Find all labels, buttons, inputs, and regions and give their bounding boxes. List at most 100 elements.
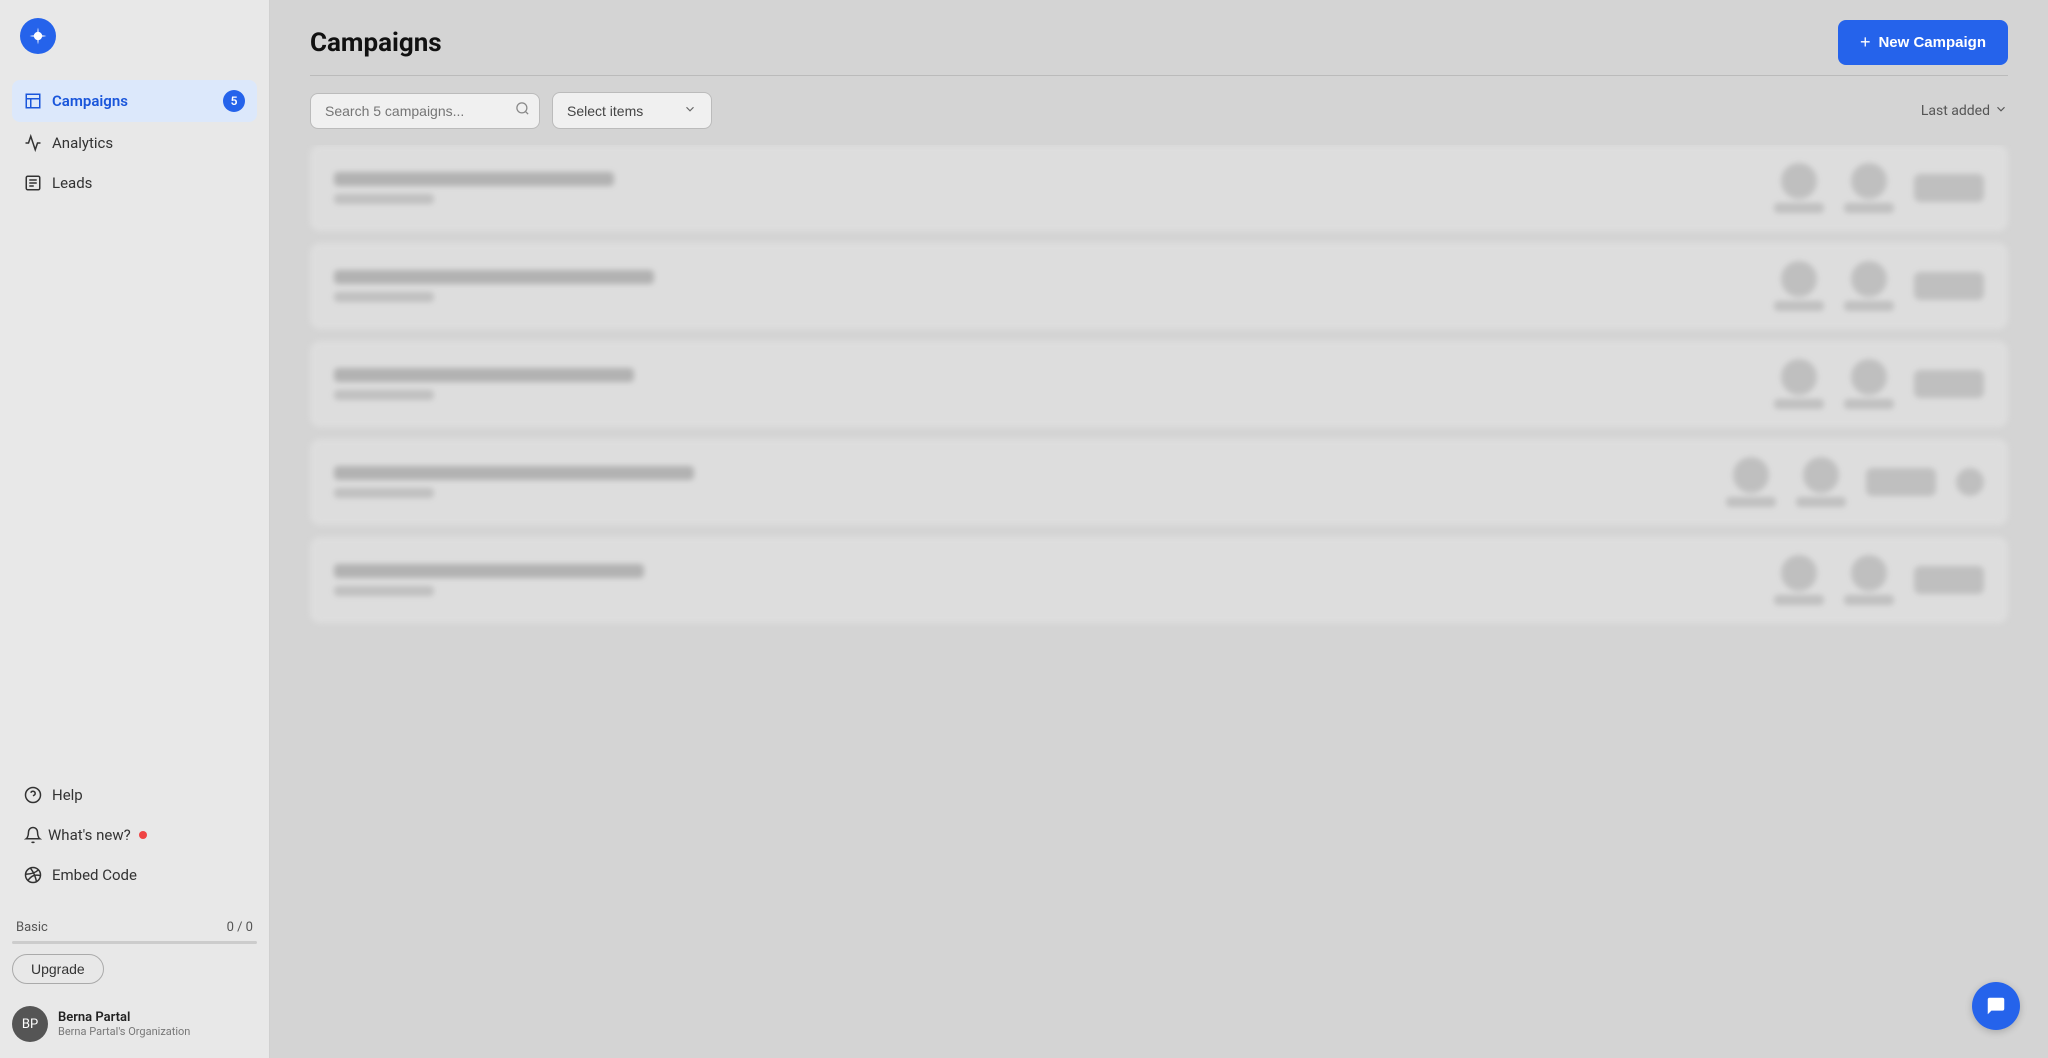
- chevron-down-icon: [683, 102, 697, 119]
- campaign-stat: [1774, 163, 1824, 213]
- analytics-icon: [24, 134, 42, 152]
- select-items-label: Select items: [567, 103, 643, 119]
- plan-section: Basic 0 / 0 Upgrade: [0, 912, 269, 996]
- sidebar-bottom-nav: Help What's new? Embed Code: [0, 764, 269, 912]
- campaign-badge: [1914, 370, 1984, 398]
- campaign-title-placeholder: [334, 564, 644, 578]
- campaign-info: [334, 564, 1754, 596]
- logo-icon: [28, 26, 48, 46]
- stat-circle: [1781, 359, 1817, 395]
- campaign-sub-placeholder: [334, 488, 434, 498]
- upgrade-button[interactable]: Upgrade: [12, 954, 104, 984]
- stat-bar: [1726, 497, 1776, 507]
- campaign-info: [334, 466, 1706, 498]
- logo-area: [0, 0, 269, 72]
- campaign-stat: [1726, 457, 1776, 507]
- campaign-sub-placeholder: [334, 194, 434, 204]
- leads-label: Leads: [52, 174, 92, 192]
- table-row: [310, 439, 2008, 525]
- campaign-sub-placeholder: [334, 390, 434, 400]
- chat-support-button[interactable]: [1972, 982, 2020, 1030]
- embed-code-label: Embed Code: [52, 866, 137, 884]
- search-icon: [515, 101, 530, 120]
- campaigns-icon: [24, 92, 42, 110]
- campaigns-badge: 5: [223, 90, 245, 112]
- plan-usage: 0 / 0: [227, 920, 253, 935]
- notification-dot: [139, 831, 147, 839]
- sidebar-item-help[interactable]: Help: [12, 776, 257, 814]
- stat-circle: [1781, 163, 1817, 199]
- campaign-title-placeholder: [334, 466, 694, 480]
- campaign-info: [334, 172, 1754, 204]
- campaign-title-placeholder: [334, 270, 654, 284]
- stat-bar: [1774, 301, 1824, 311]
- campaign-info: [334, 368, 1754, 400]
- stat-bar-2: [1844, 595, 1894, 605]
- main-header: Campaigns + New Campaign: [270, 0, 2048, 75]
- new-campaign-button[interactable]: + New Campaign: [1838, 20, 2008, 65]
- chat-icon: [1985, 995, 2007, 1017]
- stat-bar-2: [1844, 399, 1894, 409]
- campaign-badge: [1866, 468, 1936, 496]
- sidebar-item-whats-new[interactable]: What's new?: [12, 816, 257, 854]
- help-label: Help: [52, 786, 83, 804]
- stat-bar-2: [1844, 203, 1894, 213]
- campaign-title-placeholder: [334, 368, 634, 382]
- avatar: BP: [12, 1006, 48, 1042]
- user-section: BP Berna Partal Berna Partal's Organizat…: [0, 996, 269, 1058]
- toolbar: Select items Last added: [270, 76, 2048, 145]
- new-campaign-label: New Campaign: [1878, 34, 1986, 51]
- stat-bar: [1774, 399, 1824, 409]
- campaign-badge: [1914, 272, 1984, 300]
- plan-label: Basic 0 / 0: [12, 920, 257, 935]
- campaign-stat-2: [1796, 457, 1846, 507]
- campaign-stat-2: [1844, 555, 1894, 605]
- campaigns-label: Campaigns: [52, 92, 128, 110]
- user-org: Berna Partal's Organization: [58, 1025, 190, 1038]
- plan-progress-bar: [12, 941, 257, 944]
- campaign-title-placeholder: [334, 172, 614, 186]
- campaign-stat: [1774, 261, 1824, 311]
- analytics-label: Analytics: [52, 134, 113, 152]
- table-row: [310, 537, 2008, 623]
- plan-name: Basic: [16, 920, 48, 935]
- bell-icon: [24, 826, 42, 844]
- sidebar-item-analytics[interactable]: Analytics: [12, 124, 257, 162]
- table-row: [310, 243, 2008, 329]
- plus-icon: +: [1860, 32, 1871, 53]
- table-row: [310, 341, 2008, 427]
- embed-icon: [24, 866, 42, 884]
- search-wrapper: [310, 93, 540, 129]
- stat-circle-2: [1803, 457, 1839, 493]
- stat-bar: [1774, 595, 1824, 605]
- campaign-sub-placeholder: [334, 292, 434, 302]
- stat-circle-2: [1851, 261, 1887, 297]
- campaigns-list: [270, 145, 2048, 1058]
- stat-circle-2: [1851, 555, 1887, 591]
- campaign-stat: [1774, 555, 1824, 605]
- table-row: [310, 145, 2008, 231]
- stat-circle: [1733, 457, 1769, 493]
- campaign-badge: [1914, 174, 1984, 202]
- stat-circle: [1781, 261, 1817, 297]
- sort-label[interactable]: Last added: [1921, 102, 2008, 120]
- leads-icon: [24, 174, 42, 192]
- campaign-badge: [1914, 566, 1984, 594]
- app-logo[interactable]: [20, 18, 56, 54]
- stat-circle-2: [1851, 359, 1887, 395]
- select-items-dropdown[interactable]: Select items: [552, 92, 712, 129]
- sidebar-item-leads[interactable]: Leads: [12, 164, 257, 202]
- sidebar-navigation: Campaigns 5 Analytics Leads: [0, 72, 269, 764]
- stat-bar-2: [1796, 497, 1846, 507]
- campaign-stat-2: [1844, 261, 1894, 311]
- user-name: Berna Partal: [58, 1010, 190, 1025]
- stat-bar-2: [1844, 301, 1894, 311]
- campaign-action-icon: [1956, 468, 1984, 496]
- main-content: Campaigns + New Campaign Select items: [270, 0, 2048, 1058]
- campaign-stat-2: [1844, 359, 1894, 409]
- whats-new-label: What's new?: [48, 826, 131, 844]
- sidebar: Campaigns 5 Analytics Leads: [0, 0, 270, 1058]
- sidebar-item-embed-code[interactable]: Embed Code: [12, 856, 257, 894]
- sidebar-item-campaigns[interactable]: Campaigns 5: [12, 80, 257, 122]
- search-input[interactable]: [310, 93, 540, 129]
